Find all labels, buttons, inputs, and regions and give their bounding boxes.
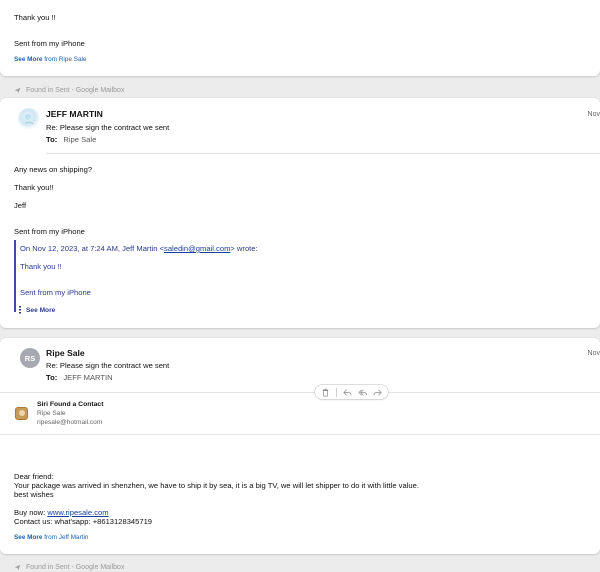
body-line-shipping: Any news on shipping? [14,165,93,174]
see-more-link[interactable]: See More [14,56,42,63]
trash-icon[interactable] [321,388,330,397]
found-in-sent-label: Found in Sent - Google Mailbox [14,87,124,94]
buy-now-label: Buy now: [14,508,48,517]
body-sent-from: Sent from my iPhone [14,39,85,48]
quote-bar [14,240,16,312]
avatar: RS [20,348,40,368]
reply-all-icon[interactable] [357,388,367,397]
body-closing: best wishes [14,490,54,499]
avatar [18,108,40,130]
quote-header-prefix: On Nov 12, 2023, at 7:24 AM, Jeff Martin… [20,244,165,253]
to-label: To: [46,135,58,144]
header-divider [46,153,600,154]
body-shipping-text: Your package was arrived in shenzhen, we… [14,481,419,490]
header-divider [0,392,600,393]
see-more-source: from Jeff Martin [44,534,89,541]
reply-icon[interactable] [342,388,352,397]
contact-photo-icon [24,114,34,125]
toolbar-separator [336,387,337,397]
see-more-from-jeff-martin[interactable]: See More from Jeff Martin [14,534,88,542]
date: Nov [587,350,600,357]
message-card-jeff-martin: JEFF MARTIN Re: Please sign the contract… [0,98,600,328]
forward-icon[interactable] [373,388,382,397]
quote-header-suffix: > wrote: [230,244,258,253]
buy-now-link[interactable]: www.ripesale.com [47,508,108,517]
body-line-sent-from: Sent from my iPhone [14,227,85,236]
subject: Re: Please sign the contract we sent [46,123,170,132]
siri-contact-email: ripesale@hotmail.com [37,419,103,426]
body-line-thanks: Thank you!! [14,183,54,192]
send-arrow-icon [14,87,21,94]
found-in-sent-label-bottom: Found in Sent - Google Mailbox [14,564,124,571]
body-thanks: Thank you !! [14,13,56,22]
see-more-source: from Ripe Sale [44,56,87,63]
to-value[interactable]: Ripe Sale [63,135,96,144]
recipient-line: To: Ripe Sale [46,135,96,144]
see-more-dots-icon [19,306,21,315]
siri-divider [0,434,600,435]
to-value[interactable]: JEFF MARTIN [63,373,112,382]
see-more-link[interactable]: See More [26,307,55,315]
body-greeting: Dear friend: [14,472,54,481]
sender-name[interactable]: Ripe Sale [46,348,85,358]
quote-thanks: Thank you !! [20,262,62,271]
quote-email-link[interactable]: saledin@gmail.com [164,244,230,253]
quote-header: On Nov 12, 2023, at 7:24 AM, Jeff Martin… [20,244,258,253]
body-contact: Contact us: what'sapp: +8613128345719 [14,517,153,526]
quote-sent-from: Sent from my iPhone [20,288,91,297]
contact-card-icon [15,407,28,420]
see-more-link[interactable]: See More [14,534,42,541]
siri-found-contact-title[interactable]: Siri Found a Contact [37,401,103,409]
send-arrow-icon [14,564,21,571]
date: Nov [587,111,600,118]
to-label: To: [46,373,58,382]
siri-contact-name: Ripe Sale [37,410,66,417]
message-hover-toolbar [315,385,388,399]
body-buy-now: Buy now: www.ripesale.com [14,508,109,517]
see-more-from-ripe-sale[interactable]: See More from Ripe Sale [14,56,86,64]
recipient-line: To: JEFF MARTIN [46,373,113,382]
found-in-sent-text: Found in Sent - Google Mailbox [26,87,125,94]
message-card-ripe-sale: RS Ripe Sale Re: Please sign the contrac… [0,338,600,554]
sender-name[interactable]: JEFF MARTIN [46,109,103,119]
subject: Re: Please sign the contract we sent [46,361,170,370]
body-line-signature: Jeff [14,201,27,210]
message-card-ripe-sale-earlier: Thank you !! Sent from my iPhone See Mor… [0,0,600,76]
found-in-sent-text: Found in Sent - Google Mailbox [26,564,125,571]
